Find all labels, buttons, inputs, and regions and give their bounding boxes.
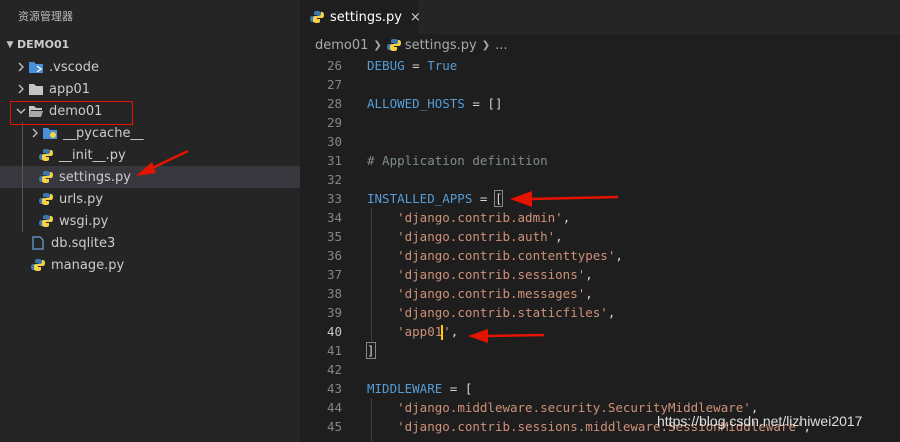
breadcrumb: demo01 ❯ settings.py ❯ ... (300, 34, 900, 56)
tree-item-label: urls.py (59, 191, 104, 207)
close-icon[interactable]: × (410, 10, 421, 25)
code-line: 35 'django.contrib.auth', (326, 229, 563, 244)
file-icon (30, 235, 46, 251)
chevron-right-icon (14, 78, 28, 100)
explorer-sidebar: 资源管理器 ▼ DEMO01 .vscode app01 demo01 __py… (0, 0, 300, 442)
code-line: 34 'django.contrib.admin', (326, 210, 571, 225)
chevron-right-icon: ❯ (373, 39, 382, 51)
tree-item-manage[interactable]: manage.py (0, 254, 300, 276)
code-line: 40 'app01', (326, 324, 459, 340)
section-label: DEMO01 (17, 38, 70, 51)
tree-item-wsgi[interactable]: wsgi.py (0, 210, 300, 232)
annotation-box (10, 101, 133, 125)
python-icon (30, 257, 46, 273)
python-icon (38, 147, 54, 163)
code-line: 39 'django.contrib.staticfiles', (326, 305, 616, 320)
code-line: 28 ALLOWED_HOSTS = [] (326, 96, 503, 111)
chevron-right-icon (28, 122, 42, 144)
tree-item-label: wsgi.py (59, 213, 109, 229)
code-line: 42 (326, 362, 342, 377)
breadcrumb-item[interactable]: demo01 (315, 38, 368, 53)
folder-icon (28, 81, 44, 97)
code-editor[interactable]: 26 DEBUG = True 27 28 ALLOWED_HOSTS = [] 2… (300, 56, 900, 442)
python-icon (38, 169, 54, 185)
vscode-folder-icon (28, 59, 44, 75)
tree-item-label: manage.py (51, 257, 125, 273)
explorer-title: 资源管理器 (18, 10, 73, 23)
code-line: 36 'django.contrib.contenttypes', (326, 248, 623, 263)
code-line: 43 MIDDLEWARE = [ (326, 381, 473, 396)
watermark: https://blog.csdn.net/lizhiwei2017 (657, 413, 863, 429)
tree-item-label: settings.py (59, 169, 131, 185)
tree-item-db[interactable]: db.sqlite3 (0, 232, 300, 254)
tree-item-vscode[interactable]: .vscode (0, 56, 300, 78)
code-line: 37 'django.contrib.sessions', (326, 267, 593, 282)
tree-item-label: db.sqlite3 (51, 235, 116, 251)
annotation-arrow (510, 191, 619, 207)
tab-bar: settings.py × (300, 0, 900, 34)
breadcrumb-item[interactable]: settings.py (405, 38, 477, 53)
code-line: 30 (326, 134, 342, 149)
chevron-right-icon (14, 56, 28, 78)
explorer-section-header[interactable]: ▼ DEMO01 (0, 34, 300, 56)
breadcrumb-item[interactable]: ... (495, 38, 507, 53)
folder-icon (42, 125, 58, 141)
python-icon (386, 38, 401, 52)
code-line: 31 # Application definition (326, 153, 548, 168)
code-line: 29 (326, 115, 342, 130)
tab-label: settings.py (330, 9, 402, 25)
tree-item-label: __pycache__ (63, 125, 144, 141)
tree-item-label: __init__.py (59, 147, 126, 163)
tree-item-urls[interactable]: urls.py (0, 188, 300, 210)
code-line: 27 (326, 77, 342, 92)
chevron-right-icon: ❯ (481, 39, 491, 51)
tab-settings[interactable]: settings.py × (300, 0, 421, 34)
tree-item-app01[interactable]: app01 (0, 78, 300, 100)
code-line: 32 (326, 172, 342, 187)
tree-item-label: app01 (49, 81, 91, 97)
editor-area: settings.py × demo01 ❯ settings.py ❯ ...… (300, 0, 900, 442)
annotation-arrow (136, 149, 189, 176)
code-line: 38 'django.contrib.messages', (326, 286, 593, 301)
tree-item-pycache[interactable]: __pycache__ (0, 122, 300, 144)
code-line: 41] (326, 342, 376, 359)
python-icon (310, 10, 324, 24)
tree-item-label: .vscode (49, 59, 99, 75)
python-icon (38, 213, 54, 229)
annotation-arrow (468, 329, 545, 343)
chevron-down-icon: ▼ (6, 40, 14, 50)
tree-indent-guide (22, 122, 23, 232)
code-line: 26 DEBUG = True (326, 58, 458, 73)
python-icon (38, 191, 54, 207)
